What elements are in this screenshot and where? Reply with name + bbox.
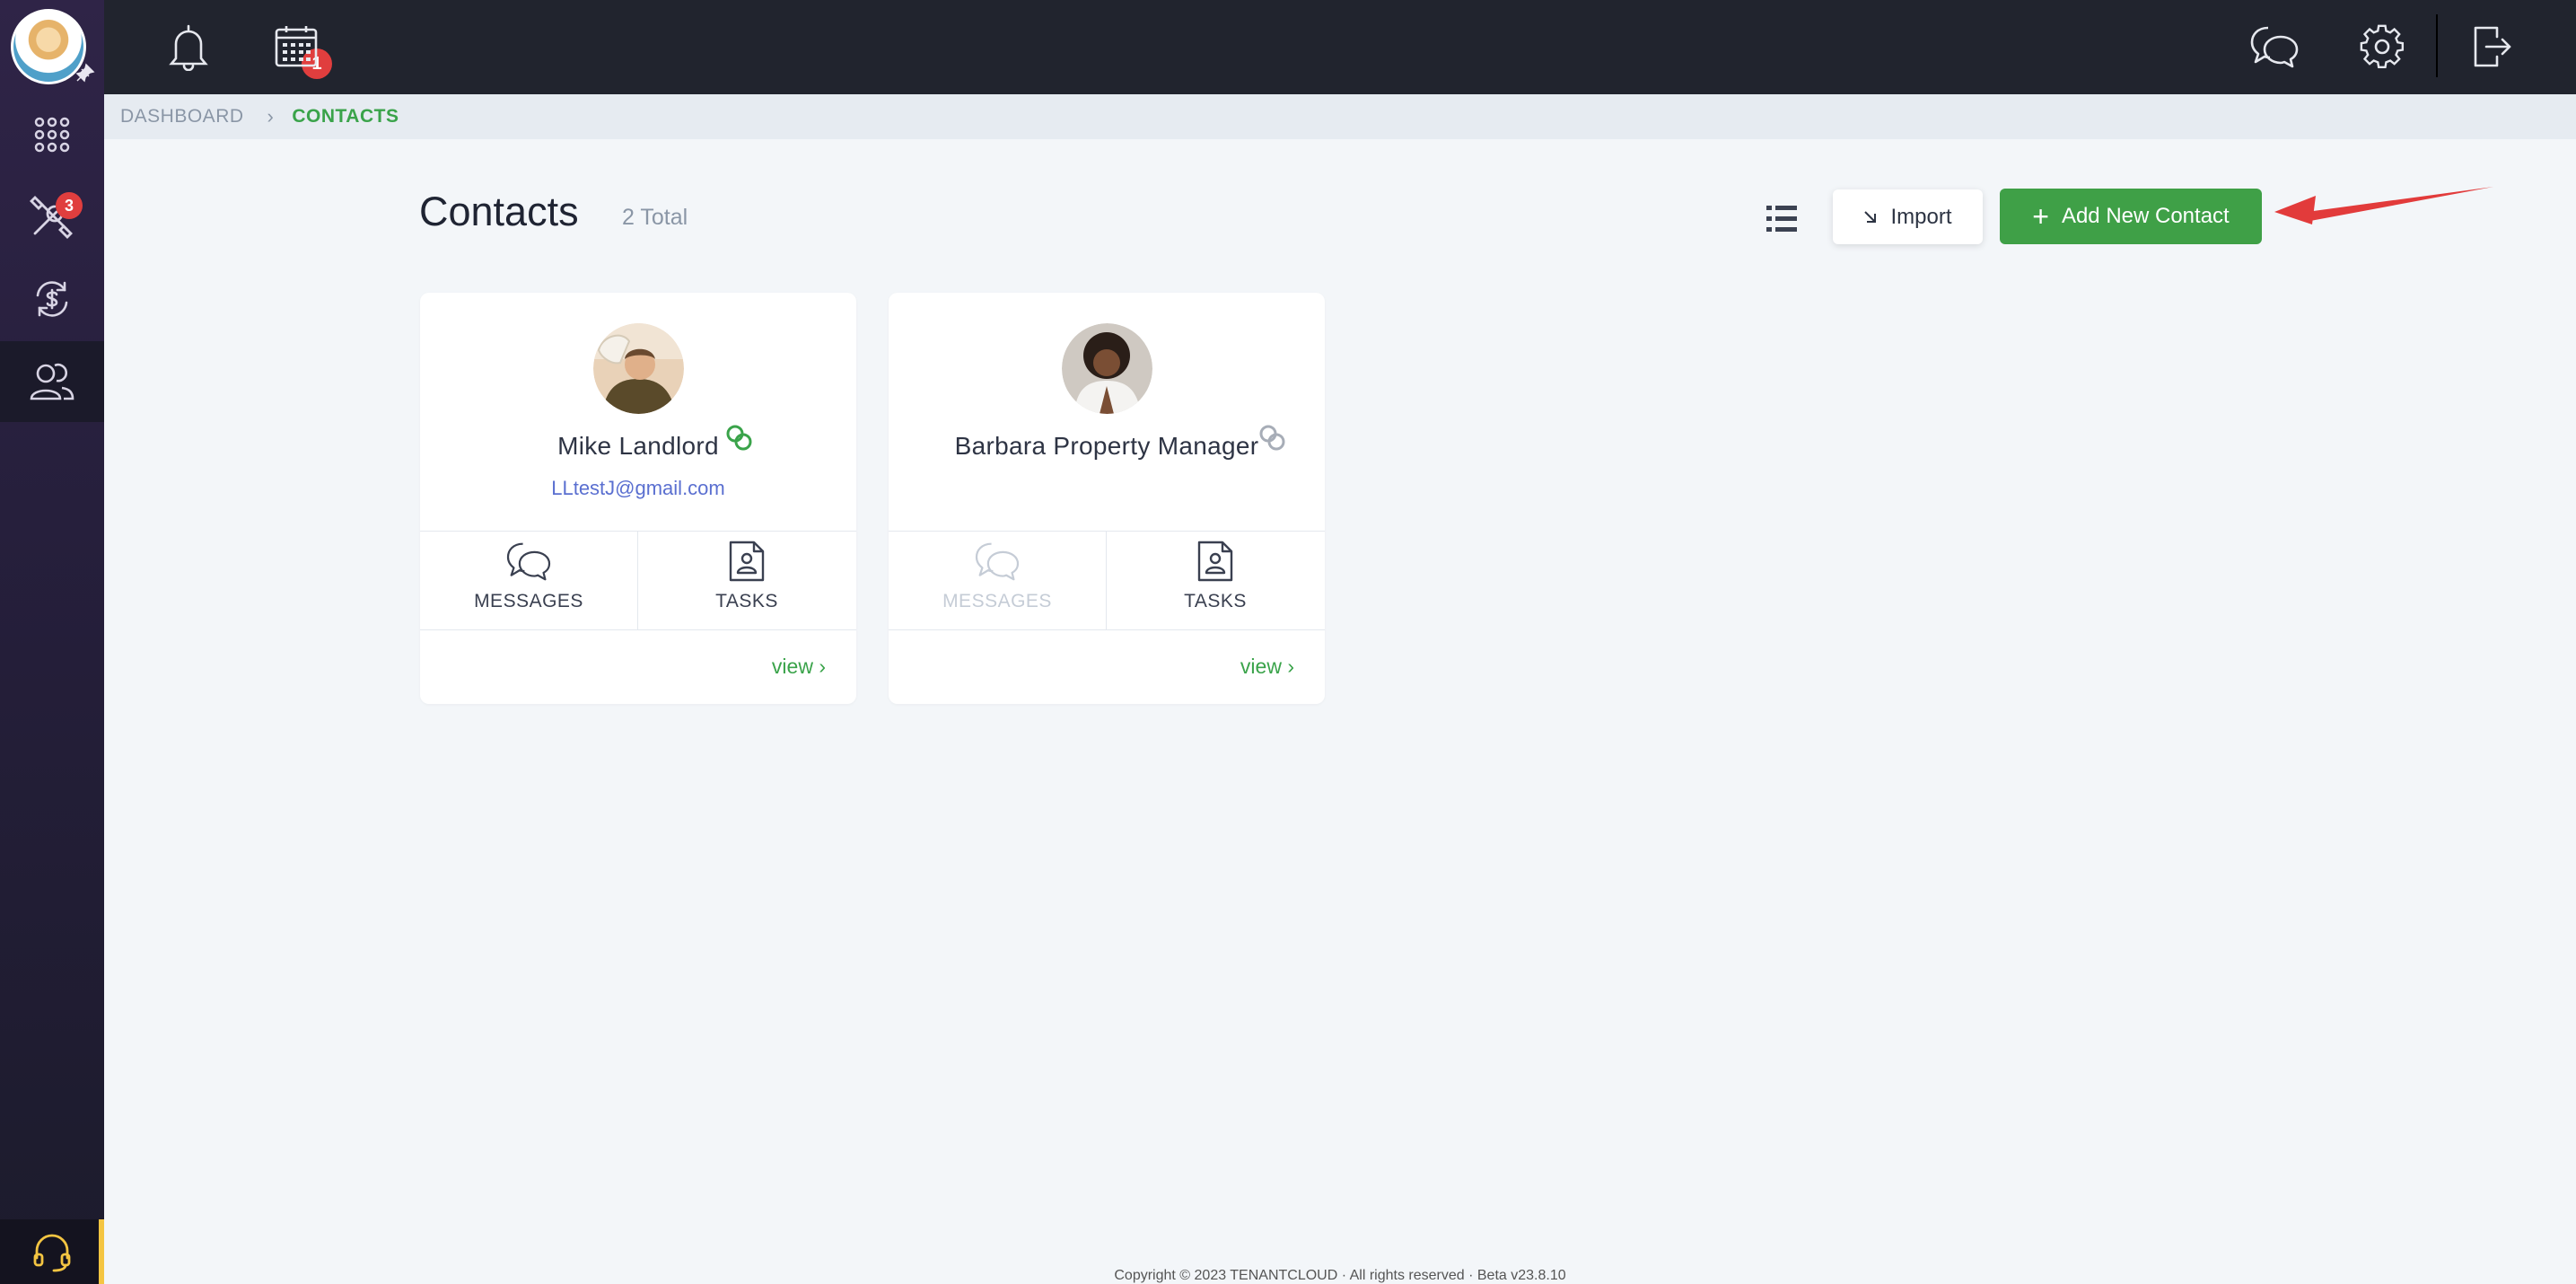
linked-status-icon [726, 425, 752, 451]
contact-avatar[interactable] [593, 323, 684, 414]
contact-messages-button: MESSAGES [889, 541, 1106, 627]
topbar: 1 [104, 0, 2576, 94]
maintenance-badge: 3 [56, 192, 83, 219]
footer-copyright: Copyright © 2023 TENANTCLOUD · All right… [1114, 1268, 1566, 1283]
chat-icon [506, 542, 551, 581]
tasks-label: TASKS [1184, 591, 1247, 611]
unlinked-status-icon [1259, 425, 1285, 451]
logout-button[interactable] [2465, 20, 2519, 74]
add-new-contact-label: Add New Contact [2061, 204, 2230, 228]
currency-exchange-icon [36, 281, 68, 317]
tasks-label: TASKS [715, 591, 778, 611]
contact-tasks-button[interactable]: TASKS [638, 541, 855, 627]
sidebar-item-finance[interactable] [0, 259, 104, 339]
sidebar-item-apps[interactable] [0, 94, 104, 175]
contact-name[interactable]: Mike Landlord [420, 432, 856, 461]
import-button[interactable]: Import [1833, 189, 1983, 244]
messages-label: MESSAGES [942, 591, 1052, 611]
contact-avatar[interactable] [1062, 323, 1152, 414]
task-document-icon [729, 541, 765, 582]
contact-messages-button[interactable]: MESSAGES [420, 541, 637, 627]
topbar-divider [2436, 14, 2438, 77]
contact-card: Barbara Property Manager MESSAGES TASKS … [889, 293, 1325, 704]
bell-icon [169, 24, 208, 71]
apps-grid-icon [34, 117, 70, 153]
import-label: Import [1890, 204, 1952, 229]
card-divider [420, 531, 856, 532]
calendar-button[interactable] [269, 20, 323, 74]
contact-card: Mike Landlord LLtestJ@gmail.com MESSAGES… [420, 293, 856, 704]
task-document-icon [1197, 541, 1233, 582]
notifications-button[interactable] [162, 20, 215, 74]
messages-button[interactable] [2247, 20, 2301, 74]
contacts-total: 2 Total [622, 205, 688, 230]
plus-icon: + [2032, 200, 2049, 233]
chevron-right-icon: › [819, 655, 826, 678]
list-view-icon[interactable] [1766, 201, 1799, 237]
card-divider [889, 531, 1325, 532]
settings-button[interactable] [2355, 20, 2409, 74]
arrow-down-right-icon [1864, 210, 1877, 223]
logout-icon [2474, 26, 2511, 67]
chat-icon [975, 542, 1020, 581]
messages-label: MESSAGES [474, 591, 583, 611]
sidebar: 3 [0, 0, 104, 1284]
contacts-people-icon [30, 363, 74, 400]
calendar-icon [275, 26, 318, 67]
add-new-contact-button[interactable]: + Add New Contact [2000, 189, 2262, 244]
view-contact-link[interactable]: view › [772, 655, 826, 679]
breadcrumb-dashboard-link[interactable]: DASHBOARD [120, 106, 244, 128]
pin-icon[interactable] [74, 61, 97, 84]
contact-email[interactable]: LLtestJ@gmail.com [420, 477, 856, 500]
annotation-arrow-icon [2274, 187, 2493, 224]
chevron-right-icon: › [1287, 655, 1294, 678]
chevron-right-icon: › [267, 105, 275, 128]
sidebar-item-maintenance[interactable]: 3 [0, 176, 104, 257]
card-divider [420, 629, 856, 630]
breadcrumb-current: CONTACTS [292, 106, 399, 127]
gear-icon [2360, 24, 2405, 69]
headset-icon [33, 1234, 71, 1272]
card-divider [889, 629, 1325, 630]
chat-icon [2250, 26, 2299, 68]
view-contact-link[interactable]: view › [1240, 655, 1294, 679]
contact-tasks-button[interactable]: TASKS [1107, 541, 1324, 627]
sidebar-item-contacts[interactable] [0, 341, 104, 422]
breadcrumb: DASHBOARD › CONTACTS [104, 94, 2576, 139]
page-title: Contacts [419, 189, 579, 234]
help-button[interactable] [0, 1219, 104, 1284]
